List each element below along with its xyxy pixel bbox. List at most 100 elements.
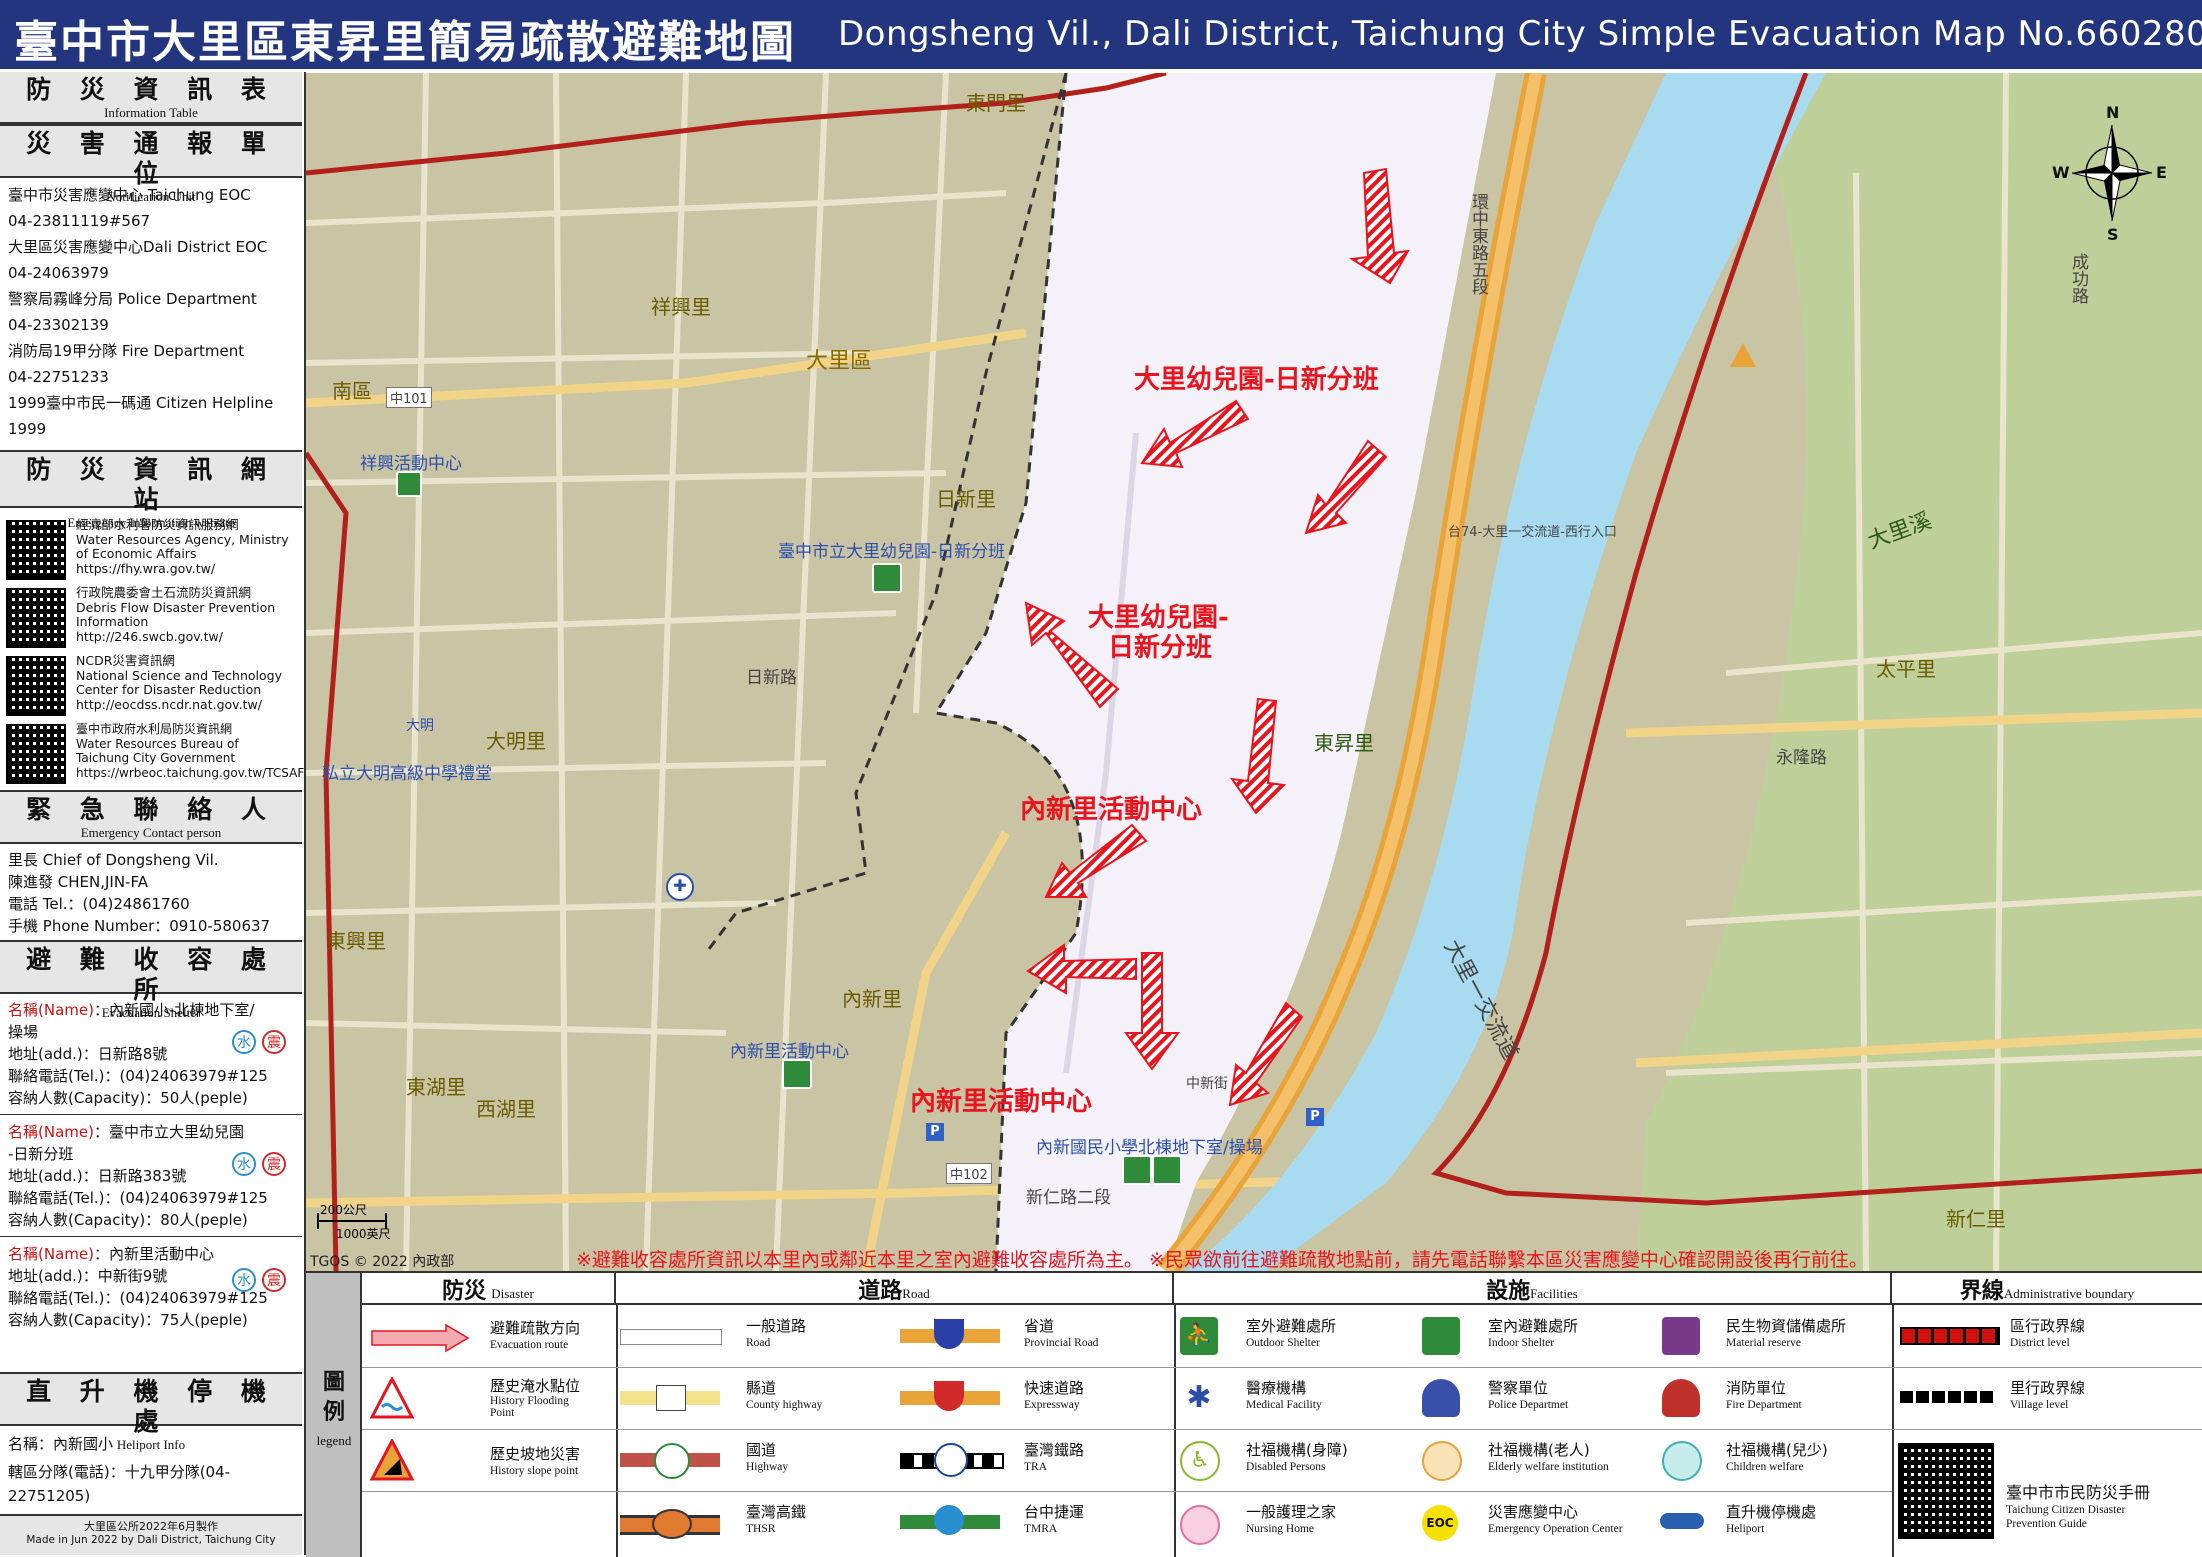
legend-title-zh: 圖 例 [322,1370,345,1425]
legend-text-en: Outdoor Shelter [1246,1337,1320,1349]
copyright: TGOS © 2022 內政部 [310,1254,455,1270]
legend-text: 臺灣鐵路 [1024,1441,1085,1459]
scale-label: 200公尺 [320,1203,367,1217]
legend-text: 社福機構(兒少) [1726,1441,1828,1459]
shelter-address: 地址(add.)：日新路8號 [8,1045,168,1063]
title-bar: 臺中市大里區東昇里簡易疏散避難地圖 Dongsheng Vil., Dali D… [0,0,2202,72]
indoor-shelter-icon[interactable] [872,563,902,593]
legend-text-en: Police Departmet [1488,1399,1569,1411]
legend-item-police: 警察單位 Police Departmet [1414,1367,1654,1429]
website-text: 臺中市政府水利局防災資訊網 Water Resources Bureau of … [76,722,306,780]
legend-side-label: 圖 例 legend [306,1273,362,1557]
legend-cat-zh: 設施 [1486,1279,1531,1304]
village-label: 大明里 [486,729,546,753]
indoor-shelter-icon [1422,1317,1460,1355]
earthquake-badge-icon: 震 [262,1030,286,1054]
heliport-header: 直 升 機 停 機 處 Heliport Info [0,1372,302,1452]
info-table-subtitle: Information Table [104,105,198,120]
village-label: 西湖里 [476,1097,536,1121]
info-table-header: 防 災 資 訊 表 Information Table [0,72,302,124]
footer-made-zh: 大里區公所2022年6月製作 [84,1520,218,1533]
legend-text: 快速道路 [1024,1379,1085,1397]
legend: 圖 例 legend 防災 Disaster 道路Road 設施Faciliti… [306,1271,2202,1557]
legend-item-elderly: 社福機構(老人) Elderly welfare institution [1414,1429,1654,1491]
legend-item-highway: 國道 Highway [616,1429,896,1491]
village-label: 東興里 [326,929,386,953]
legend-item-slope: 歷史坡地災害 History slope point [362,1429,616,1491]
map-title-zh: 臺中市大里區東昇里簡易疏散避難地圖 [14,17,796,68]
legend-text-en: Village level [2010,1399,2069,1411]
legend-text: 台中捷運 [1024,1503,1085,1521]
road-shield-label: 中102 [946,1163,992,1184]
legend-item-fire: 消防單位 Fire Department [1654,1367,1892,1429]
compass-n: N [2106,103,2120,122]
legend-item-thsr: 臺灣高鐵 THSR [616,1491,896,1557]
footer-made-en: Made in Jun 2022 by Dali District, Taich… [26,1534,276,1546]
legend-text-en: THSR [746,1523,776,1535]
indoor-shelter-icon[interactable] [1122,1155,1152,1185]
legend-text-en: TRA [1024,1461,1047,1473]
contact-subtitle: Emergency Contact person [80,825,222,840]
legend-text-en: Indoor Shelter [1488,1337,1555,1349]
shelter-capacity: 容納人數(Capacity)：80人(peple) [8,1211,248,1229]
nursing-home-icon [1180,1505,1220,1545]
heliport-unit: 轄區分隊(電話)：十九甲分隊(04- [8,1463,231,1481]
map-canvas[interactable]: 大里區 日新里 祥興里 大明里 內新里 東昇里 太平里 東湖里 西湖里 新仁里 … [306,73,2202,1271]
legend-cat-zh: 道路 [858,1279,903,1304]
facility-label: 私立大明高級中學禮堂 [322,764,492,784]
legend-text-en: Evacuation route [490,1339,569,1351]
legend-text: 直升機停機處 [1726,1503,1817,1521]
road-label: 環中東路五段 [1468,193,1488,295]
shelter-address: 地址(add.)：日新路383號 [8,1167,187,1185]
shelter-map-label: 大里幼兒園-日新分班 [1134,365,1379,395]
shelter-capacity: 容納人數(Capacity)：50人(peple) [8,1089,248,1107]
flood-point-icon [370,1377,414,1419]
legend-text-en: Heliport [1726,1523,1765,1535]
notification-line: 04-24063979 [8,264,109,282]
legend-cat-zh: 界線 [1959,1279,2004,1304]
material-reserve-icon [1662,1317,1700,1355]
compass-w: W [2052,163,2070,182]
notification-line: 大里區災害應變中心Dali District EOC [8,238,268,256]
helicopter-icon [1660,1513,1704,1529]
village-label-dongsheng: 東昇里 [1314,731,1374,755]
indoor-shelter-icon[interactable] [396,471,422,497]
contact-header: 緊 急 聯 絡 人 Emergency Contact person [0,790,302,844]
village-label: 太平里 [1876,657,1936,681]
outdoor-shelter-icon: ⛹ [1180,1317,1218,1355]
district-boundary-icon [1900,1327,2000,1345]
compass-rose-icon: N S E W [2052,103,2172,244]
district-label: 南區 [332,379,372,403]
legend-guide[interactable]: 臺中市市民防災手冊 Taichung Citizen Disaster Prev… [1892,1429,2202,1557]
village-label: 東湖里 [406,1075,466,1099]
heliport-icon[interactable] [1152,1155,1182,1185]
info-panel: 防 災 資 訊 表 Information Table 災 害 通 報 單 位 … [0,72,306,1555]
legend-text: 縣道 [746,1379,777,1397]
shelter-name: ：臺中市立大里幼兒園 [93,1123,244,1141]
shelter-tel: 聯絡電話(Tel.)：(04)24063979#125 [8,1289,268,1307]
disabled-welfare-icon: ♿ [1180,1441,1220,1481]
heliport-name: 名稱：內新國小 [8,1435,114,1453]
legend-text-en: Fire Department [1726,1399,1802,1411]
legend-text: 歷史淹水點位 [490,1377,581,1395]
shelter-name: ：內新國小-北棟地下室/ [93,1001,255,1019]
legend-text-en: Elderly welfare institution [1488,1461,1609,1473]
legend-text: 里行政界線 [2010,1379,2086,1397]
legend-item-tmra: 台中捷運 TMRA [896,1491,1174,1557]
medical-facility-icon[interactable]: ✚ [666,873,694,901]
road-symbol-icon [620,1329,722,1345]
slope-hazard-icon[interactable] [1730,343,1756,367]
notification-line: 04-23811119#567 [8,212,151,230]
legend-item-nursing: 一般護理之家 Nursing Home [1174,1491,1414,1557]
contact-name: 陳進發 CHEN,JIN-FA [8,873,148,891]
indoor-shelter-icon[interactable] [782,1059,812,1089]
legend-text: 災害應變中心 [1488,1503,1579,1521]
legend-item-material: 民生物資儲備處所 Material reserve [1654,1305,1892,1367]
village-label: 祥興里 [651,295,711,319]
shelters-title: 避 難 收 容 處 所 [26,945,276,1004]
divider [0,1236,302,1237]
notification-line: 消防局19甲分隊 Fire Department [8,342,245,360]
medical-facility-icon: ✱ [1180,1379,1218,1417]
shelter-name: ：內新里活動中心 [93,1245,214,1263]
shelter-tel: 聯絡電話(Tel.)：(04)24063979#125 [8,1067,268,1085]
